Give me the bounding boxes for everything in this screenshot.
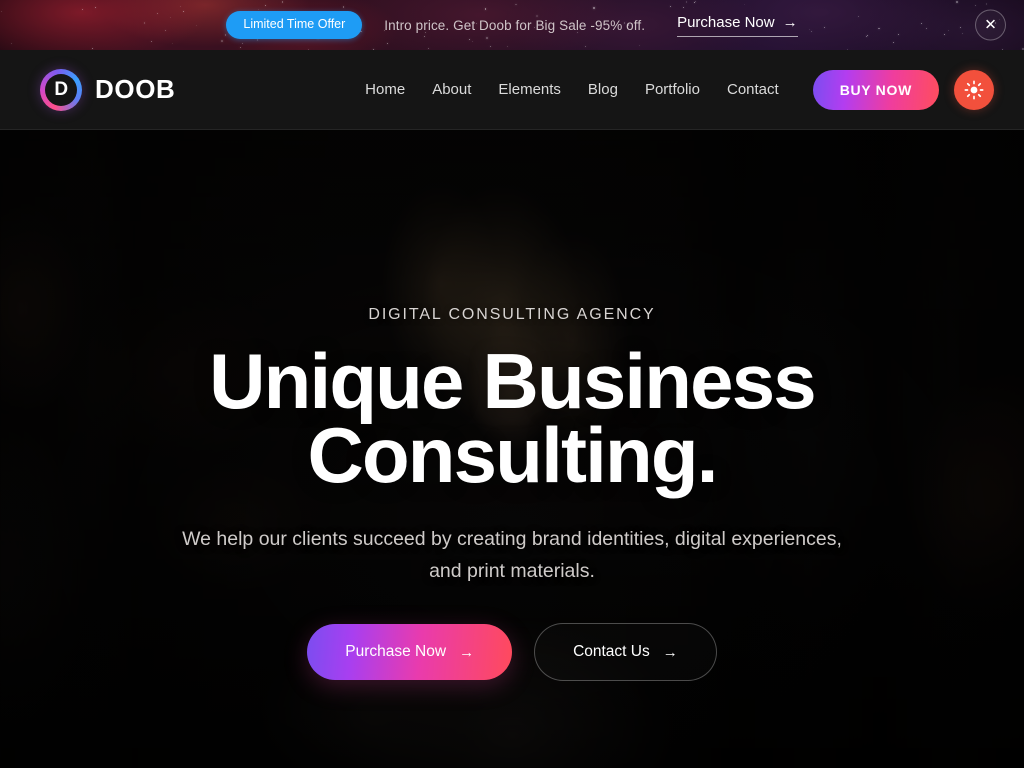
limited-time-offer-badge[interactable]: Limited Time Offer: [226, 11, 363, 39]
main-navigation: Home About Elements Blog Portfolio Conta…: [365, 81, 779, 98]
arrow-right-icon: →: [662, 643, 678, 661]
arrow-right-icon: →: [459, 643, 475, 661]
purchase-now-button[interactable]: Purchase Now →: [307, 624, 513, 680]
theme-toggle-button[interactable]: [954, 69, 994, 110]
page-title: Unique Business Consulting.: [209, 342, 817, 494]
nav-item-portfolio[interactable]: Portfolio: [645, 81, 700, 98]
nav-item-elements[interactable]: Elements: [498, 81, 561, 98]
promo-message: Intro price. Get Doob for Big Sale -95% …: [384, 17, 646, 33]
hero-cta-group: Purchase Now → Contact Us →: [307, 623, 717, 681]
logo-icon: D: [40, 68, 82, 111]
hero-eyebrow: DIGITAL CONSULTING AGENCY: [368, 306, 656, 323]
arrow-right-icon: →: [782, 13, 798, 31]
hero-content: DIGITAL CONSULTING AGENCY Unique Busines…: [0, 130, 1024, 768]
nav-item-blog[interactable]: Blog: [588, 81, 618, 98]
promo-banner-content: Limited Time Offer Intro price. Get Doob…: [226, 11, 798, 39]
contact-us-label: Contact Us: [573, 643, 650, 661]
hero-title-line-2: Consulting.: [307, 411, 718, 500]
contact-us-button[interactable]: Contact Us →: [534, 623, 717, 681]
nav-item-home[interactable]: Home: [365, 81, 405, 98]
logo-letter: D: [54, 79, 68, 100]
promo-purchase-now-label: Purchase Now: [677, 13, 775, 31]
hero-section: DIGITAL CONSULTING AGENCY Unique Busines…: [0, 130, 1024, 768]
page-root: Limited Time Offer Intro price. Get Doob…: [0, 0, 1024, 768]
brand-logo[interactable]: D DOOB: [40, 68, 176, 111]
buy-now-button[interactable]: BUY NOW: [812, 69, 939, 110]
brand-name: DOOB: [95, 74, 176, 104]
promo-banner: Limited Time Offer Intro price. Get Doob…: [0, 0, 1024, 50]
nav-item-contact[interactable]: Contact: [727, 81, 779, 98]
hero-subtitle-line-1: We help our clients succeed by creating …: [182, 528, 726, 551]
sun-icon: [964, 80, 984, 99]
header-actions: BUY NOW: [812, 69, 994, 110]
purchase-now-label: Purchase Now: [345, 643, 447, 661]
nav-item-about[interactable]: About: [432, 81, 471, 98]
close-icon[interactable]: ✕: [975, 9, 1006, 41]
hero-subtitle: We help our clients succeed by creating …: [182, 524, 842, 587]
site-header: D DOOB Home About Elements Blog Portfoli…: [0, 50, 1024, 130]
promo-purchase-now-link[interactable]: Purchase Now →: [677, 14, 798, 37]
